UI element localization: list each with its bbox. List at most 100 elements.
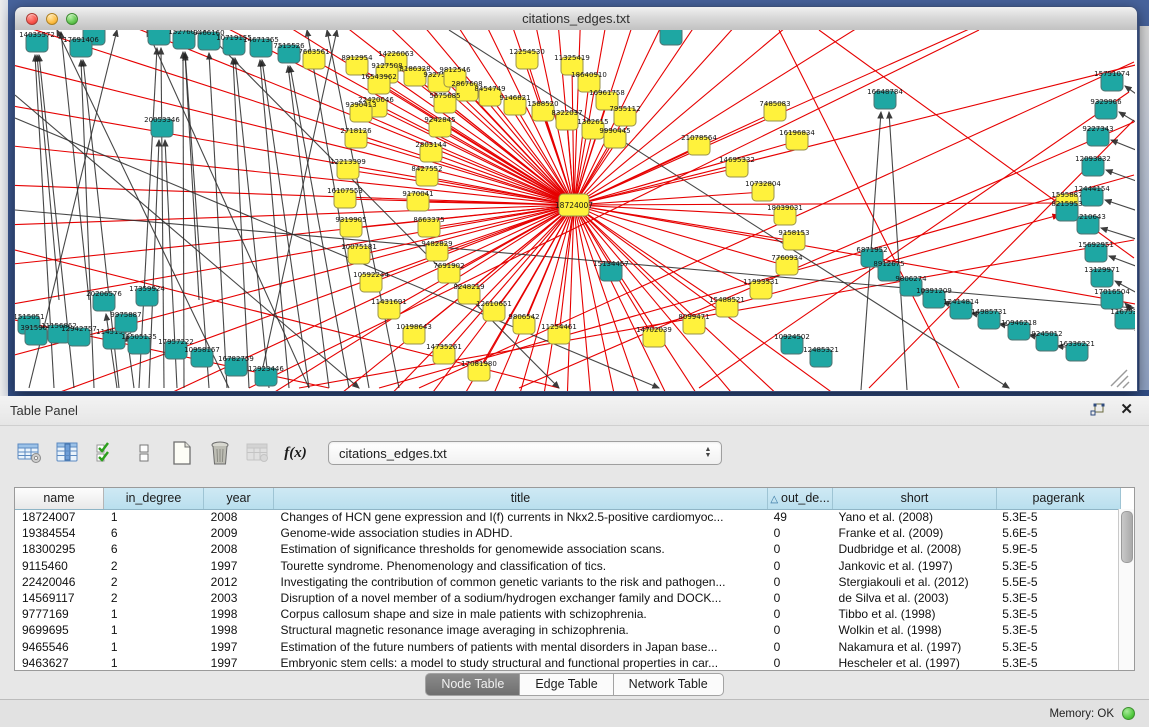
table-body[interactable]: 1872400712008Changes of HCN gene express… [15, 509, 1119, 670]
graph-node-label: 13505135 [121, 333, 157, 341]
graph-node-label: 11325419 [554, 54, 590, 62]
graph-node[interactable] [660, 30, 682, 45]
table-row[interactable]: 1830029562008Estimation of significance … [15, 541, 1119, 557]
graph-node[interactable] [148, 30, 170, 45]
graph-node-label: 9158153 [778, 229, 809, 237]
delete-table-icon[interactable] [206, 440, 233, 466]
graph-node-label: 12093832 [1075, 155, 1111, 163]
table-selector-dropdown[interactable]: citations_edges.txt ▲▼ [328, 441, 722, 465]
graph-node-label: 17957222 [158, 338, 194, 346]
table-row[interactable]: 977716911998Corpus callosum shape and si… [15, 606, 1119, 622]
cell-short: Stergiakouli et al. (2012) [832, 574, 996, 590]
graph-node-label: 16107553 [327, 187, 363, 195]
cell-year: 1997 [204, 639, 274, 655]
graph-node-label: 18039031 [767, 204, 803, 212]
cell-year: 1998 [204, 622, 274, 638]
column-header-year[interactable]: year [204, 488, 274, 509]
graph-node-label: 16569811 [653, 30, 689, 32]
function-builder-icon[interactable]: f(x) [282, 440, 309, 466]
table-row[interactable]: 969969511998Structural magnetic resonanc… [15, 622, 1119, 638]
app-left-edge [0, 0, 8, 396]
cell-title: Investigating the contribution of common… [274, 574, 767, 590]
column-header-in_degree[interactable]: in_degree [104, 488, 204, 509]
column-header-pagerank[interactable]: pagerank [997, 488, 1121, 509]
sort-ascending-icon: △ [770, 494, 778, 505]
graph-node-label: 2718126 [340, 127, 372, 135]
graph-node-label: 9806274 [895, 275, 927, 283]
scrollbar-thumb[interactable] [1121, 511, 1133, 563]
table-row[interactable]: 946554611997Estimation of the future num… [15, 639, 1119, 655]
graph-node-label: 9146821 [499, 94, 530, 102]
table-header-row[interactable]: namein_degreeyeartitle△out_de...shortpag… [15, 488, 1134, 510]
show-columns-icon[interactable] [54, 440, 81, 466]
row-height-icon[interactable] [130, 440, 157, 466]
graph-node-label: 11431691 [371, 298, 407, 306]
new-table-icon[interactable] [168, 440, 195, 466]
close-panel-icon[interactable]: ✕ [1120, 401, 1133, 419]
cell-title: Embryonic stem cells: a model to study s… [274, 655, 767, 670]
resize-grip-icon[interactable] [1111, 370, 1129, 388]
graph-node-label: 15488521 [709, 296, 745, 304]
network-window-titlebar[interactable]: citations_edges.txt [15, 7, 1137, 31]
table-panel-title: Table Panel [0, 403, 78, 418]
table-row[interactable]: 1872400712008Changes of HCN gene express… [15, 509, 1119, 525]
citation-graph[interactable]: 8912954142260639127508165439628186328932… [15, 30, 1135, 391]
cell-pagerank: 5.3E-5 [995, 639, 1119, 655]
tab-node-table[interactable]: Node Table [425, 673, 520, 696]
network-canvas[interactable]: 8912954142260639127508165439628186328932… [15, 30, 1137, 391]
network-window[interactable]: citations_edges.txt 89129541422606391275… [14, 6, 1138, 392]
cell-year: 1997 [204, 655, 274, 670]
cell-title: Tourette syndrome. Phenomenology and cla… [274, 558, 767, 574]
cell-out_degree: 0 [767, 655, 832, 670]
graph-node-label: 10958167 [184, 346, 220, 354]
cell-name: 14569117 [15, 590, 104, 606]
graph-node-label: 10391209 [916, 287, 952, 295]
graph-node-label: 10732804 [745, 180, 781, 188]
graph-node-label: 16648784 [867, 88, 903, 96]
column-header-out_degree[interactable]: △out_de... [768, 488, 833, 509]
table-settings-icon[interactable] [16, 440, 43, 466]
table-row[interactable]: 1938455462009Genome-wide association stu… [15, 525, 1119, 541]
float-panel-icon[interactable] [1090, 403, 1106, 417]
table-panel-header: Table Panel ✕ [0, 396, 1149, 426]
cell-name: 9465546 [15, 639, 104, 655]
import-table-disabled-icon [244, 440, 271, 466]
cell-out_degree: 49 [767, 509, 832, 525]
cell-pagerank: 5.6E-5 [995, 525, 1119, 541]
graph-node-label: 8099471 [678, 313, 709, 321]
column-header-short[interactable]: short [833, 488, 997, 509]
graph-node-label: 7485083 [759, 100, 790, 108]
column-header-title[interactable]: title [274, 488, 768, 509]
graph-node-label: 14695332 [719, 156, 755, 164]
graph-node-label: 20206576 [86, 290, 122, 298]
tab-edge-table[interactable]: Edge Table [519, 673, 613, 696]
graph-node-label: 9975887 [110, 311, 141, 319]
cell-name: 18300295 [15, 541, 104, 557]
table-row[interactable]: 946362711997Embryonic stem cells: a mode… [15, 655, 1119, 670]
cell-short: Nakamura et al. (1997) [832, 639, 996, 655]
cell-year: 2008 [204, 509, 274, 525]
table-row[interactable]: 2242004622012Investigating the contribut… [15, 574, 1119, 590]
graph-node-label: 17359924 [129, 285, 165, 293]
graph-node-label: 9390413 [345, 101, 376, 109]
cell-pagerank: 5.3E-5 [995, 655, 1119, 670]
graph-node-label: 9806542 [508, 313, 539, 321]
cell-out_degree: 0 [767, 622, 832, 638]
network-window-title: citations_edges.txt [15, 7, 1137, 30]
tab-network-table[interactable]: Network Table [613, 673, 724, 696]
cell-name: 18724007 [15, 509, 104, 525]
memory-ok-indicator-icon[interactable] [1122, 707, 1135, 720]
table-row[interactable]: 911546021997Tourette syndrome. Phenomeno… [15, 558, 1119, 574]
select-all-checks-icon[interactable] [92, 440, 119, 466]
graph-node-label: 8322037 [551, 109, 582, 117]
graph-node-label: 15692951 [1078, 241, 1114, 249]
graph-node-label: 2803144 [415, 141, 447, 149]
cell-year: 2008 [204, 541, 274, 557]
cell-in_degree: 6 [104, 541, 204, 557]
table-selector-value: citations_edges.txt [329, 446, 699, 461]
table-row[interactable]: 1456911722003Disruption of a novel membe… [15, 590, 1119, 606]
vertical-scrollbar[interactable] [1118, 509, 1134, 670]
column-header-name[interactable]: name [15, 488, 104, 509]
graph-node-label: 1167533 [1110, 308, 1135, 316]
graph-node-label: 8912954 [341, 54, 373, 62]
